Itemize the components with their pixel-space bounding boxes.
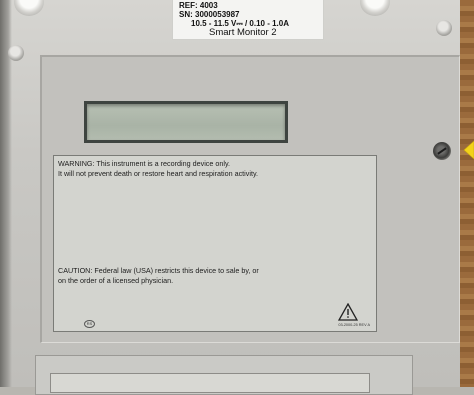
serial-number: SN: 3000053987 xyxy=(179,10,240,19)
caution-text: CAUTION: Federal law (USA) restricts thi… xyxy=(58,266,374,286)
yellow-arrow-icon xyxy=(463,140,474,160)
warning-line: It will not prevent death or restore hea… xyxy=(58,169,259,178)
caution-line: CAUTION: Federal law (USA) restricts thi… xyxy=(58,266,259,275)
rivet xyxy=(8,45,24,61)
warning-triangle-icon xyxy=(338,303,358,321)
caution-line: on the order of a licensed physician. xyxy=(58,276,174,285)
warning-line: WARNING: This instrument is a recording … xyxy=(58,159,231,168)
label-part-number: 03-2000-25 REV A xyxy=(338,323,370,327)
rivet xyxy=(436,20,452,36)
warning-text: WARNING: This instrument is a recording … xyxy=(58,159,374,179)
model-name: Smart Monitor 2 xyxy=(209,27,277,38)
lcd-display xyxy=(84,101,288,143)
device-id-label: REF: 4003 SN: 3000053987 10.5 - 11.5 V⎓ … xyxy=(172,0,324,40)
device-photo: REF: 4003 SN: 3000053987 10.5 - 11.5 V⎓ … xyxy=(0,0,474,395)
ref-number: REF: 4003 xyxy=(179,1,218,10)
lower-label xyxy=(50,373,370,393)
screw xyxy=(433,142,451,160)
wood-surface xyxy=(460,0,474,387)
warning-label: WARNING: This instrument is a recording … xyxy=(53,155,377,332)
manufacturer-logo: RS xyxy=(84,320,95,328)
